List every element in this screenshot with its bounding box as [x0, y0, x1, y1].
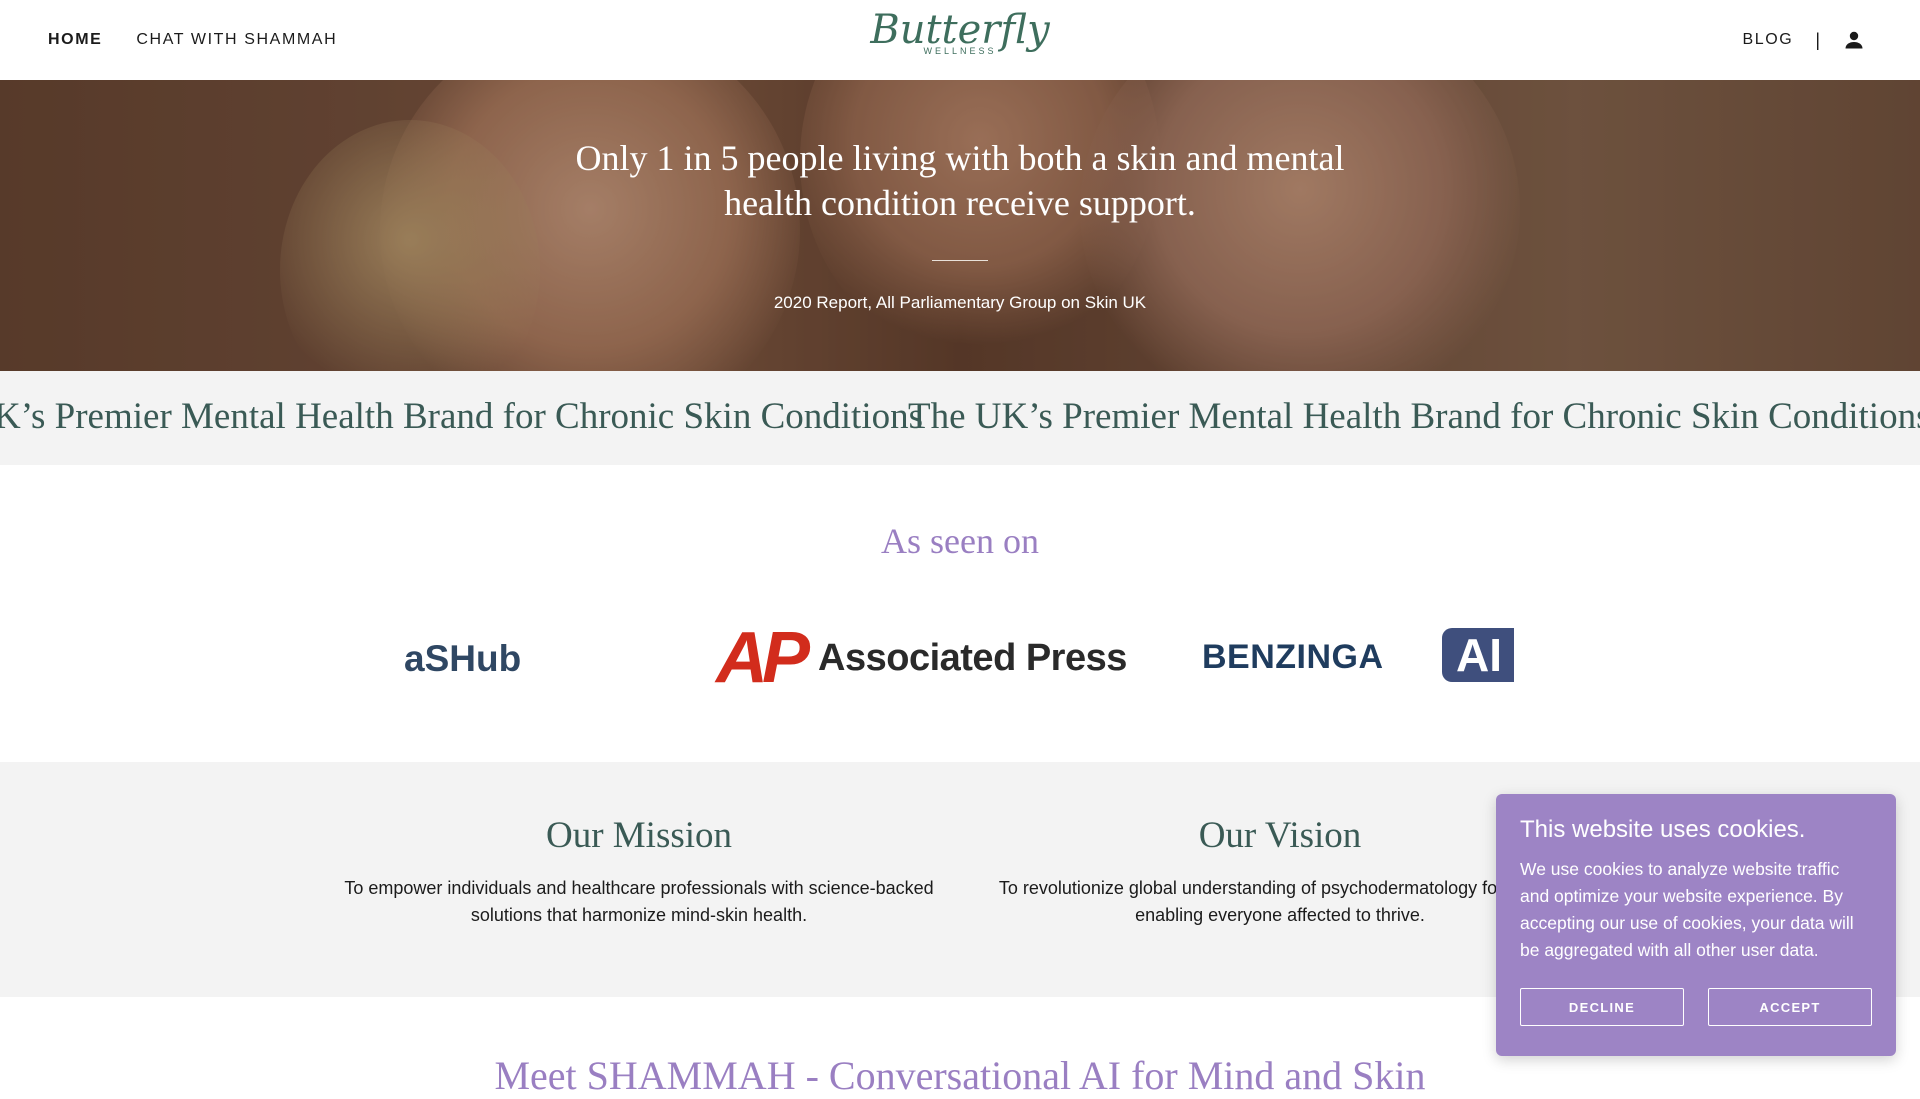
decline-cookies-button[interactable]: DECLINE: [1520, 988, 1684, 1026]
hero-quote: Only 1 in 5 people living with both a sk…: [575, 138, 1345, 223]
brand-logo[interactable]: Butterfly WELLNESS: [0, 8, 1920, 56]
ap-logo-mark: AP: [716, 618, 810, 698]
ap-logo-text: Associated Press: [818, 636, 1127, 679]
press-logo-partial-right: AI: [1442, 628, 1514, 682]
hero-source: 2020 Report, All Parliamentary Group on …: [773, 293, 1147, 312]
press-logo-associated-press: AP Associated Press: [716, 620, 1127, 696]
accept-cookies-button[interactable]: ACCEPT: [1708, 988, 1872, 1026]
cookie-message: We use cookies to analyze website traffi…: [1520, 859, 1854, 960]
marquee-item: The UK’s Premier Mental Health Brand for…: [908, 396, 1920, 437]
site-header: HOME CHAT WITH SHAMMAH Butterfly WELLNES…: [0, 0, 1920, 80]
cookie-title: This website uses cookies.: [1520, 816, 1806, 843]
nav-separator: |: [1815, 29, 1820, 50]
cookie-banner: This website uses cookies. We use cookie…: [1496, 794, 1896, 1056]
mission-column: Our Mission To empower individuals and h…: [339, 814, 939, 929]
marquee-item: K’s Premier Mental Health Brand for Chro…: [0, 396, 923, 437]
press-logo-partial-left: aSHub: [404, 638, 522, 679]
nav-blog-link[interactable]: BLOG: [1742, 31, 1793, 49]
meet-shammah-heading: Meet SHAMMAH - Conversational AI for Min…: [494, 1053, 1426, 1098]
logo-subtitle: WELLNESS: [923, 46, 997, 56]
press-logo-benzinga: BENZINGA: [1202, 638, 1384, 676]
user-icon[interactable]: [1842, 28, 1866, 52]
vision-text: To revolutionize global understanding of…: [998, 878, 1562, 925]
hero-banner: Only 1 in 5 people living with both a sk…: [0, 80, 1920, 371]
mission-heading: Our Mission: [545, 815, 733, 856]
hero-content: Only 1 in 5 people living with both a sk…: [0, 136, 1920, 313]
vision-column: Our Vision To revolutionize global under…: [980, 814, 1580, 929]
as-seen-on-heading: As seen on: [881, 521, 1039, 561]
press-logos-carousel: aSHub AP Associated Press BENZINGA AI: [404, 610, 1514, 710]
tagline-marquee: K’s Premier Mental Health Brand for Chro…: [0, 371, 1920, 465]
secondary-nav: BLOG |: [1742, 0, 1866, 80]
vision-heading: Our Vision: [1198, 815, 1362, 856]
mission-text: To empower individuals and healthcare pr…: [344, 878, 934, 925]
cookie-actions: DECLINE ACCEPT: [1520, 988, 1872, 1026]
hero-divider: [932, 260, 988, 261]
